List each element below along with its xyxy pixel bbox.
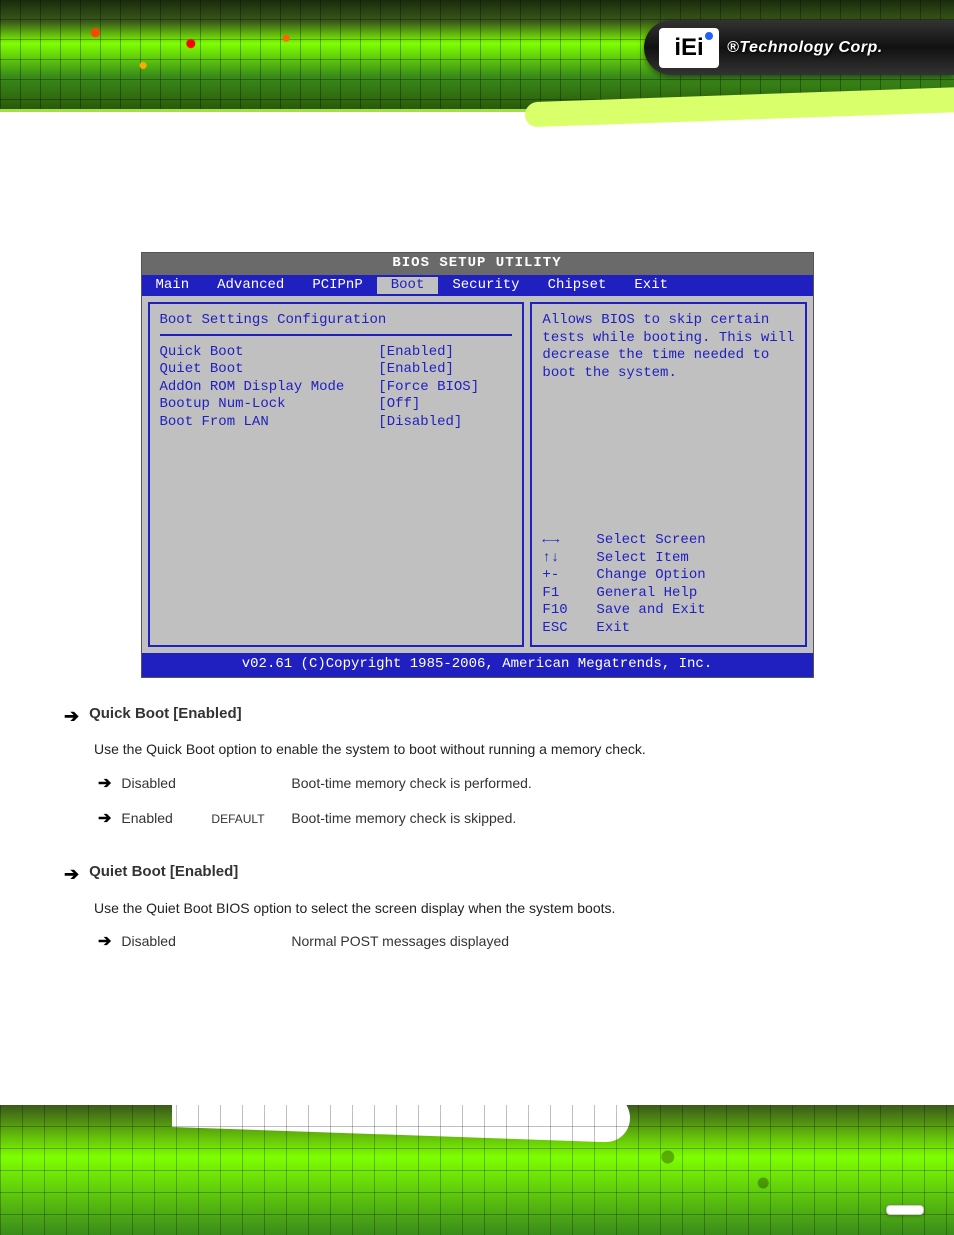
setting-label: Bootup Num-Lock bbox=[160, 396, 379, 414]
setting-addon-rom[interactable]: AddOn ROM Display Mode [Force BIOS] bbox=[160, 379, 513, 397]
bullet-quiet-boot: ➔ Quiet Boot [Enabled] bbox=[64, 860, 890, 889]
key-symbol: F10 bbox=[542, 602, 596, 620]
page-content: BIOS SETUP UTILITY Main Advanced PCIPnP … bbox=[0, 112, 954, 1105]
bios-copyright-bar: v02.61 (C)Copyright 1985-2006, American … bbox=[142, 653, 813, 677]
logo-panel: iEi ®Technology Corp. bbox=[644, 20, 954, 75]
setting-value: [Force BIOS] bbox=[378, 379, 479, 397]
bios-section-title: Boot Settings Configuration bbox=[160, 312, 513, 336]
bios-menu-bar: Main Advanced PCIPnP Boot Security Chips… bbox=[142, 275, 813, 297]
setting-value: [Enabled] bbox=[378, 344, 454, 362]
key-desc: Select Item bbox=[596, 550, 688, 568]
bios-tab-boot[interactable]: Boot bbox=[377, 277, 439, 295]
option-key: Disabled bbox=[121, 930, 211, 952]
key-row: ESCExit bbox=[542, 620, 794, 638]
bios-title-bar: BIOS SETUP UTILITY bbox=[142, 253, 813, 275]
setting-value: [Enabled] bbox=[378, 361, 454, 379]
bios-tab-advanced[interactable]: Advanced bbox=[203, 277, 298, 295]
key-row: ↑↓Select Item bbox=[542, 550, 794, 568]
key-desc: Change Option bbox=[596, 567, 705, 585]
bios-screenshot: BIOS SETUP UTILITY Main Advanced PCIPnP … bbox=[141, 252, 814, 678]
bios-tab-pcipnp[interactable]: PCIPnP bbox=[298, 277, 376, 295]
bios-help-pane: Allows BIOS to skip certain tests while … bbox=[530, 302, 806, 647]
arrow-icon: ➔ bbox=[98, 929, 111, 955]
setting-label: Quick Boot bbox=[160, 344, 379, 362]
bios-tab-security[interactable]: Security bbox=[438, 277, 533, 295]
setting-label: Quiet Boot bbox=[160, 361, 379, 379]
page-number-badge bbox=[886, 1205, 924, 1215]
setting-numlock[interactable]: Bootup Num-Lock [Off] bbox=[160, 396, 513, 414]
setting-label: Boot From LAN bbox=[160, 414, 379, 432]
bios-tab-chipset[interactable]: Chipset bbox=[534, 277, 621, 295]
option-disabled: ➔ Disabled Normal POST messages displaye… bbox=[98, 929, 890, 955]
setting-quick-boot[interactable]: Quick Boot [Enabled] bbox=[160, 344, 513, 362]
option-default: DEFAULT bbox=[211, 810, 291, 829]
brand-text: ®Technology Corp. bbox=[727, 39, 883, 57]
page-footer-banner bbox=[0, 1105, 954, 1235]
bios-key-legend: ←→Select Screen ↑↓Select Item +-Change O… bbox=[542, 532, 794, 637]
key-row: ←→Select Screen bbox=[542, 532, 794, 550]
bullet-quick-boot: ➔ Quick Boot [Enabled] bbox=[64, 702, 890, 731]
footer-circuit-art bbox=[0, 1105, 954, 1235]
bios-body: Boot Settings Configuration Quick Boot [… bbox=[142, 296, 813, 653]
key-row: F1General Help bbox=[542, 585, 794, 603]
bullet-desc: Use the Quiet Boot BIOS option to select… bbox=[94, 897, 890, 919]
arrow-icon: ➔ bbox=[98, 771, 111, 797]
option-disabled: ➔ Disabled Boot-time memory check is per… bbox=[98, 771, 890, 797]
page-header-banner: iEi ®Technology Corp. bbox=[0, 0, 954, 112]
option-key: Disabled bbox=[121, 772, 211, 794]
key-symbol: ESC bbox=[542, 620, 596, 638]
setting-boot-lan[interactable]: Boot From LAN [Disabled] bbox=[160, 414, 513, 432]
option-enabled: ➔ Enabled DEFAULT Boot-time memory check… bbox=[98, 806, 890, 832]
key-desc: Exit bbox=[596, 620, 630, 638]
bios-help-text: Allows BIOS to skip certain tests while … bbox=[542, 312, 794, 382]
key-desc: Save and Exit bbox=[596, 602, 705, 620]
key-desc: General Help bbox=[596, 585, 697, 603]
setting-value: [Off] bbox=[378, 396, 420, 414]
key-row: F10Save and Exit bbox=[542, 602, 794, 620]
arrow-icon: ➔ bbox=[98, 806, 111, 832]
arrow-icon: ➔ bbox=[64, 860, 79, 889]
key-symbol: F1 bbox=[542, 585, 596, 603]
setting-quiet-boot[interactable]: Quiet Boot [Enabled] bbox=[160, 361, 513, 379]
bullet-desc: Use the Quick Boot option to enable the … bbox=[94, 738, 890, 760]
setting-label: AddOn ROM Display Mode bbox=[160, 379, 379, 397]
key-symbol: ←→ bbox=[542, 532, 596, 550]
option-key: Enabled bbox=[121, 807, 211, 829]
key-desc: Select Screen bbox=[596, 532, 705, 550]
bios-settings-pane: Boot Settings Configuration Quick Boot [… bbox=[148, 302, 525, 647]
key-row: +-Change Option bbox=[542, 567, 794, 585]
bullet-title: Quick Boot [Enabled] bbox=[89, 702, 242, 731]
arrow-icon: ➔ bbox=[64, 702, 79, 731]
setting-value: [Disabled] bbox=[378, 414, 462, 432]
option-desc: Boot-time memory check is skipped. bbox=[291, 807, 890, 829]
bios-tab-exit[interactable]: Exit bbox=[620, 277, 682, 295]
key-symbol: ↑↓ bbox=[542, 550, 596, 568]
option-desc: Boot-time memory check is performed. bbox=[291, 772, 890, 794]
option-desc: Normal POST messages displayed bbox=[291, 930, 890, 952]
document-body-text: ➔ Quick Boot [Enabled] Use the Quick Boo… bbox=[0, 678, 954, 955]
bullet-title: Quiet Boot [Enabled] bbox=[89, 860, 238, 889]
logo-icon: iEi bbox=[659, 28, 719, 68]
key-symbol: +- bbox=[542, 567, 596, 585]
bios-tab-main[interactable]: Main bbox=[142, 277, 204, 295]
